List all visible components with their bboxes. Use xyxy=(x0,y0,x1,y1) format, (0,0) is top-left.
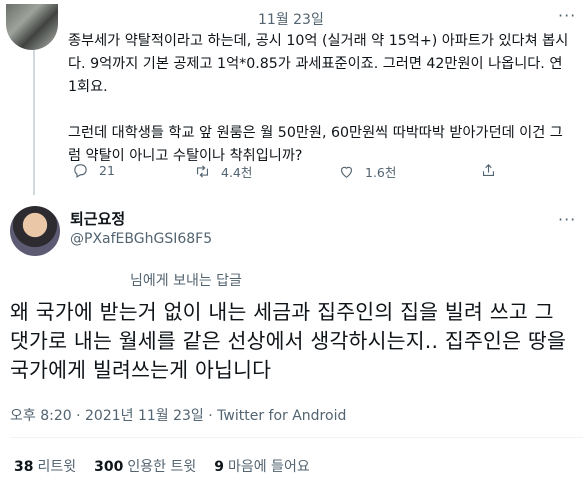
thread-connector-line xyxy=(33,50,35,195)
tweet-text: 왜 국가에 받는거 없이 내는 세금과 집주인의 집을 빌려 쓰고 그 댓가로 … xyxy=(10,300,567,382)
parent-tweet[interactable]: 11월 23일 ··· 종부세가 약탈적이라고 하는데, 공시 10억 (실거래… xyxy=(0,0,583,195)
quote-tweets-stat[interactable]: 300 인용한 트윗 xyxy=(94,456,196,476)
retweets-count: 38 xyxy=(14,459,34,475)
author-avatar[interactable] xyxy=(10,206,60,256)
quote-tweets-count: 300 xyxy=(94,459,124,475)
parent-avatar[interactable] xyxy=(6,4,58,50)
parent-tweet-text: 종부세가 약탈적이라고 하는데, 공시 10억 (실거래 약 15억+) 아파트… xyxy=(68,33,569,164)
reply-to-label: 님에게 보내는 답글 xyxy=(130,273,242,289)
like-action[interactable]: 1.6천 xyxy=(338,162,396,181)
quote-tweets-label: 인용한 트윗 xyxy=(127,459,197,475)
likes-count: 9 xyxy=(214,459,224,475)
reply-icon xyxy=(74,164,87,178)
author-name[interactable]: 퇴근요정 xyxy=(70,208,125,229)
reply-count: 21 xyxy=(99,163,115,178)
retweets-stat[interactable]: 38 리트윗 xyxy=(14,456,76,476)
retweet-action[interactable]: 4.4천 xyxy=(194,162,252,181)
tweet-meta[interactable]: 오후 8:20 · 2021년 11월 23일 · Twitter for An… xyxy=(10,405,346,425)
parent-action-bar: 21 4.4천 1.6천 xyxy=(68,162,508,182)
parent-more-icon[interactable]: ··· xyxy=(558,6,576,25)
likes-label: 마음에 들어요 xyxy=(227,459,310,475)
retweet-count: 4.4천 xyxy=(221,165,253,180)
likes-stat[interactable]: 9 마음에 들어요 xyxy=(214,456,309,476)
like-icon xyxy=(340,166,353,178)
like-count: 1.6천 xyxy=(365,165,397,180)
share-action[interactable] xyxy=(480,162,497,179)
tweet-stats: 38 리트윗 300 인용한 트윗 9 마음에 들어요 xyxy=(14,456,310,476)
retweets-label: 리트윗 xyxy=(37,459,77,475)
retweet-icon xyxy=(196,165,209,178)
reply-action[interactable]: 21 xyxy=(72,162,115,179)
tweet-more-icon[interactable]: ··· xyxy=(558,210,576,229)
divider xyxy=(10,437,583,438)
share-icon xyxy=(482,164,495,177)
parent-tweet-date[interactable]: 11월 23일 xyxy=(258,9,324,29)
author-handle[interactable]: @PXafEBGhGSI68F5 xyxy=(70,231,212,247)
